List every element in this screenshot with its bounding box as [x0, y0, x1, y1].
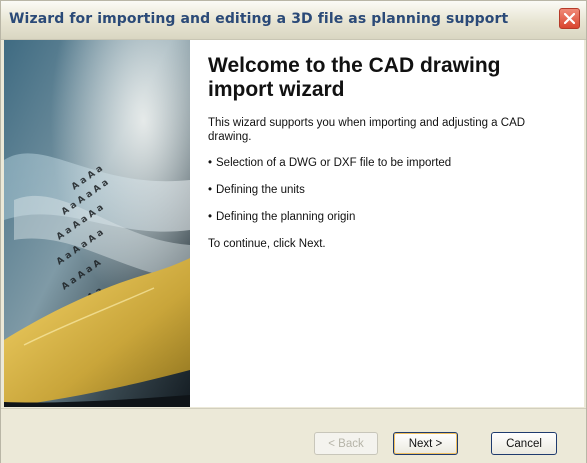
list-item: • Selection of a DWG or DXF file to be im… — [208, 156, 568, 170]
wizard-side-image: A a A a A a A a A a A a A a A a A a A a … — [4, 40, 190, 407]
title-bar[interactable]: Wizard for importing and editing a 3D fi… — [1, 1, 586, 40]
list-item-label: Selection of a DWG or DXF file to be imp… — [216, 157, 452, 169]
list-item: • Defining the units — [208, 183, 568, 197]
wizard-footer: < Back Next > Cancel — [1, 408, 586, 463]
intro-text: This wizard supports you when importing … — [208, 117, 526, 143]
list-item: • Defining the planning origin — [208, 210, 568, 224]
bullet-icon: • — [208, 157, 213, 169]
wizard-window: Wizard for importing and editing a 3D fi… — [0, 0, 587, 463]
window-title: Wizard for importing and editing a 3D fi… — [9, 11, 509, 27]
wizard-main: Welcome to the CAD drawing import wizard… — [208, 54, 568, 251]
continue-text: To continue, click Next. — [208, 238, 326, 250]
bullet-icon: • — [208, 184, 213, 196]
back-button[interactable]: < Back — [314, 432, 378, 455]
wizard-content: A a A a A a A a A a A a A a A a A a A a … — [4, 40, 584, 407]
next-button[interactable]: Next > — [393, 432, 458, 455]
close-button[interactable] — [559, 8, 580, 29]
close-icon — [564, 13, 575, 24]
cancel-button[interactable]: Cancel — [491, 432, 557, 455]
list-item-label: Defining the planning origin — [216, 211, 356, 223]
bullet-icon: • — [208, 211, 213, 223]
lettered-sheet-illustration: A a A a A a A a A a A a A a A a A a A a … — [4, 40, 190, 407]
list-item-label: Defining the units — [216, 184, 305, 196]
page-title: Welcome to the CAD drawing import wizard — [208, 54, 501, 101]
